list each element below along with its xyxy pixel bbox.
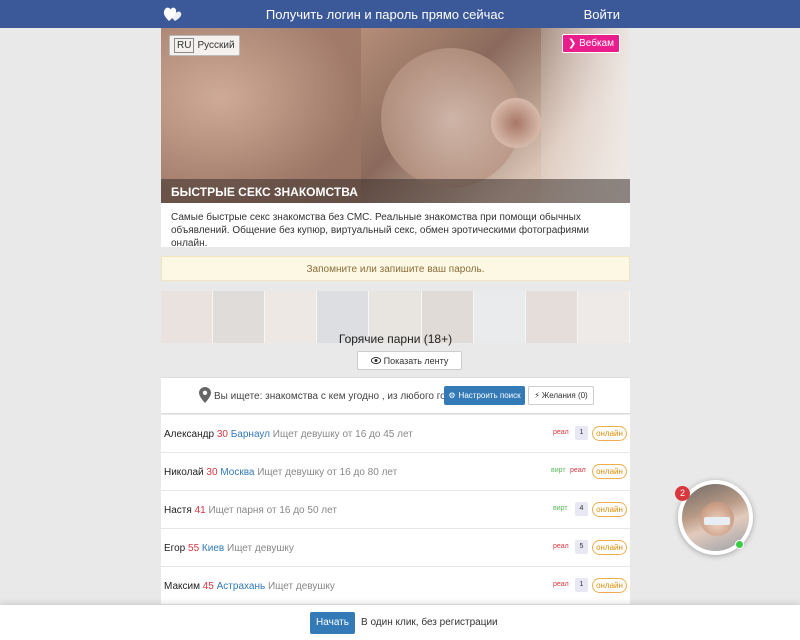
hero-image-part [491, 98, 541, 148]
footer-bar: Начать В один клик, без регистрации [0, 605, 800, 640]
profile-age: 45 [202, 581, 214, 592]
profile-seeking: Ищет девушку от 16 до 45 лет [272, 429, 413, 440]
profile-seeking: Ищет девушку [227, 543, 294, 554]
profile-city: Киев [201, 543, 225, 554]
profile-age: 30 [216, 429, 228, 440]
profile-info: Максим 45 Астрахань Ищет девушку [164, 581, 335, 592]
setup-search-label: Настроить поиск [458, 391, 521, 400]
online-badge: онлайн [592, 426, 627, 441]
search-settings-row: Вы ищете: знакомства с кем угодно , из л… [161, 377, 630, 414]
webcam-button[interactable]: ❯ Вебкам [561, 34, 620, 53]
hero-title: БЫСТРЫЕ СЕКС ЗНАКОМСТВА [161, 179, 630, 203]
profile-name: Николай [164, 467, 204, 478]
search-criteria-text: Вы ищете: знакомства с кем угодно , из л… [214, 391, 468, 402]
top-navbar: Получить логин и пароль прямо сейчас Вой… [0, 0, 800, 28]
tag-real: реал [553, 581, 569, 588]
profile-name: Настя [164, 505, 192, 516]
language-label: Русский [197, 40, 235, 51]
profile-city: Москва [220, 467, 255, 478]
profile-info: Александр 30 Барнаул Ищет девушку от 16 … [164, 429, 413, 440]
start-button[interactable]: Начать [310, 612, 355, 634]
list-item[interactable]: Александр 30 Барнаул Ищет девушку от 16 … [161, 415, 630, 453]
get-login-link[interactable]: Получить логин и пароль прямо сейчас [0, 7, 770, 22]
language-code: RU [174, 38, 195, 53]
gear-icon: ⚙ [448, 391, 456, 400]
tag-virt: вирт [551, 467, 566, 474]
wishes-button[interactable]: ⚡ Желания (0) [528, 386, 594, 405]
list-item[interactable]: Егор 55 Киев Ищет девушку реал 5 онлайн [161, 529, 630, 567]
setup-search-button[interactable]: ⚙ Настроить поиск [444, 386, 525, 405]
hot-section-title: Горячие парни (18+) [338, 332, 453, 346]
list-item[interactable]: Максим 45 Астрахань Ищет девушку реал 1 … [161, 567, 630, 605]
tag-real: реал [553, 543, 569, 550]
online-badge: онлайн [592, 578, 627, 593]
tag-virt: вирт [553, 505, 568, 512]
tag-real: реал [553, 429, 569, 436]
profile-name: Максим [164, 581, 200, 592]
show-feed-label: Показать ленту [383, 355, 449, 366]
profile-seeking: Ищет парня от 16 до 50 лет [208, 505, 337, 516]
profile-seeking: Ищет девушку [267, 581, 335, 592]
language-selector[interactable]: RU Русский [169, 35, 240, 56]
password-notice: Запомните или запишите ваш пароль. [161, 256, 630, 281]
profile-city: Барнаул [230, 429, 271, 440]
photo-count: 4 [575, 502, 588, 516]
profile-name: Александр [164, 429, 215, 440]
chat-bubble[interactable]: 2 [675, 480, 753, 555]
profile-info: Настя 41 Ищет парня от 16 до 50 лет [164, 505, 337, 516]
footer-text: В один клик, без регистрации [361, 617, 498, 628]
avatar-image-part [704, 517, 730, 525]
profile-info: Николай 30 Москва Ищет девушку от 16 до … [164, 467, 397, 478]
profile-city: Астрахань [216, 581, 266, 592]
online-indicator [735, 540, 744, 549]
profile-seeking: Ищет девушку от 16 до 80 лет [257, 467, 398, 478]
photo-count: 1 [575, 426, 588, 440]
wishes-label: Желания (0) [541, 391, 588, 400]
show-feed-button[interactable]: Показать ленту [357, 351, 462, 370]
eye-icon [370, 357, 381, 364]
online-badge: онлайн [592, 540, 627, 555]
site-description: Самые быстрые секс знакомства без СМС. Р… [161, 203, 630, 249]
profile-age: 41 [194, 505, 206, 516]
hero-image-part [541, 28, 630, 203]
location-pin-icon [199, 387, 211, 403]
hero-banner: RU Русский ❯ Вебкам БЫСТРЫЕ СЕКС ЗНАКОМС… [161, 28, 630, 203]
chat-unread-badge: 2 [675, 486, 690, 501]
online-badge: онлайн [592, 502, 627, 517]
profile-age: 30 [206, 467, 218, 478]
profile-info: Егор 55 Киев Ищет девушку [164, 543, 294, 554]
list-item[interactable]: Николай 30 Москва Ищет девушку от 16 до … [161, 453, 630, 491]
login-link[interactable]: Войти [584, 7, 620, 22]
tag-real: реал [570, 467, 586, 474]
list-item[interactable]: Настя 41 Ищет парня от 16 до 50 лет вирт… [161, 491, 630, 529]
profiles-list: Александр 30 Барнаул Ищет девушку от 16 … [161, 415, 630, 625]
profile-name: Егор [164, 543, 186, 554]
online-badge: онлайн [592, 464, 627, 479]
photo-count: 1 [575, 578, 588, 592]
bolt-icon: ⚡ [534, 391, 540, 400]
profile-age: 55 [188, 543, 200, 554]
photo-count: 5 [575, 540, 588, 554]
